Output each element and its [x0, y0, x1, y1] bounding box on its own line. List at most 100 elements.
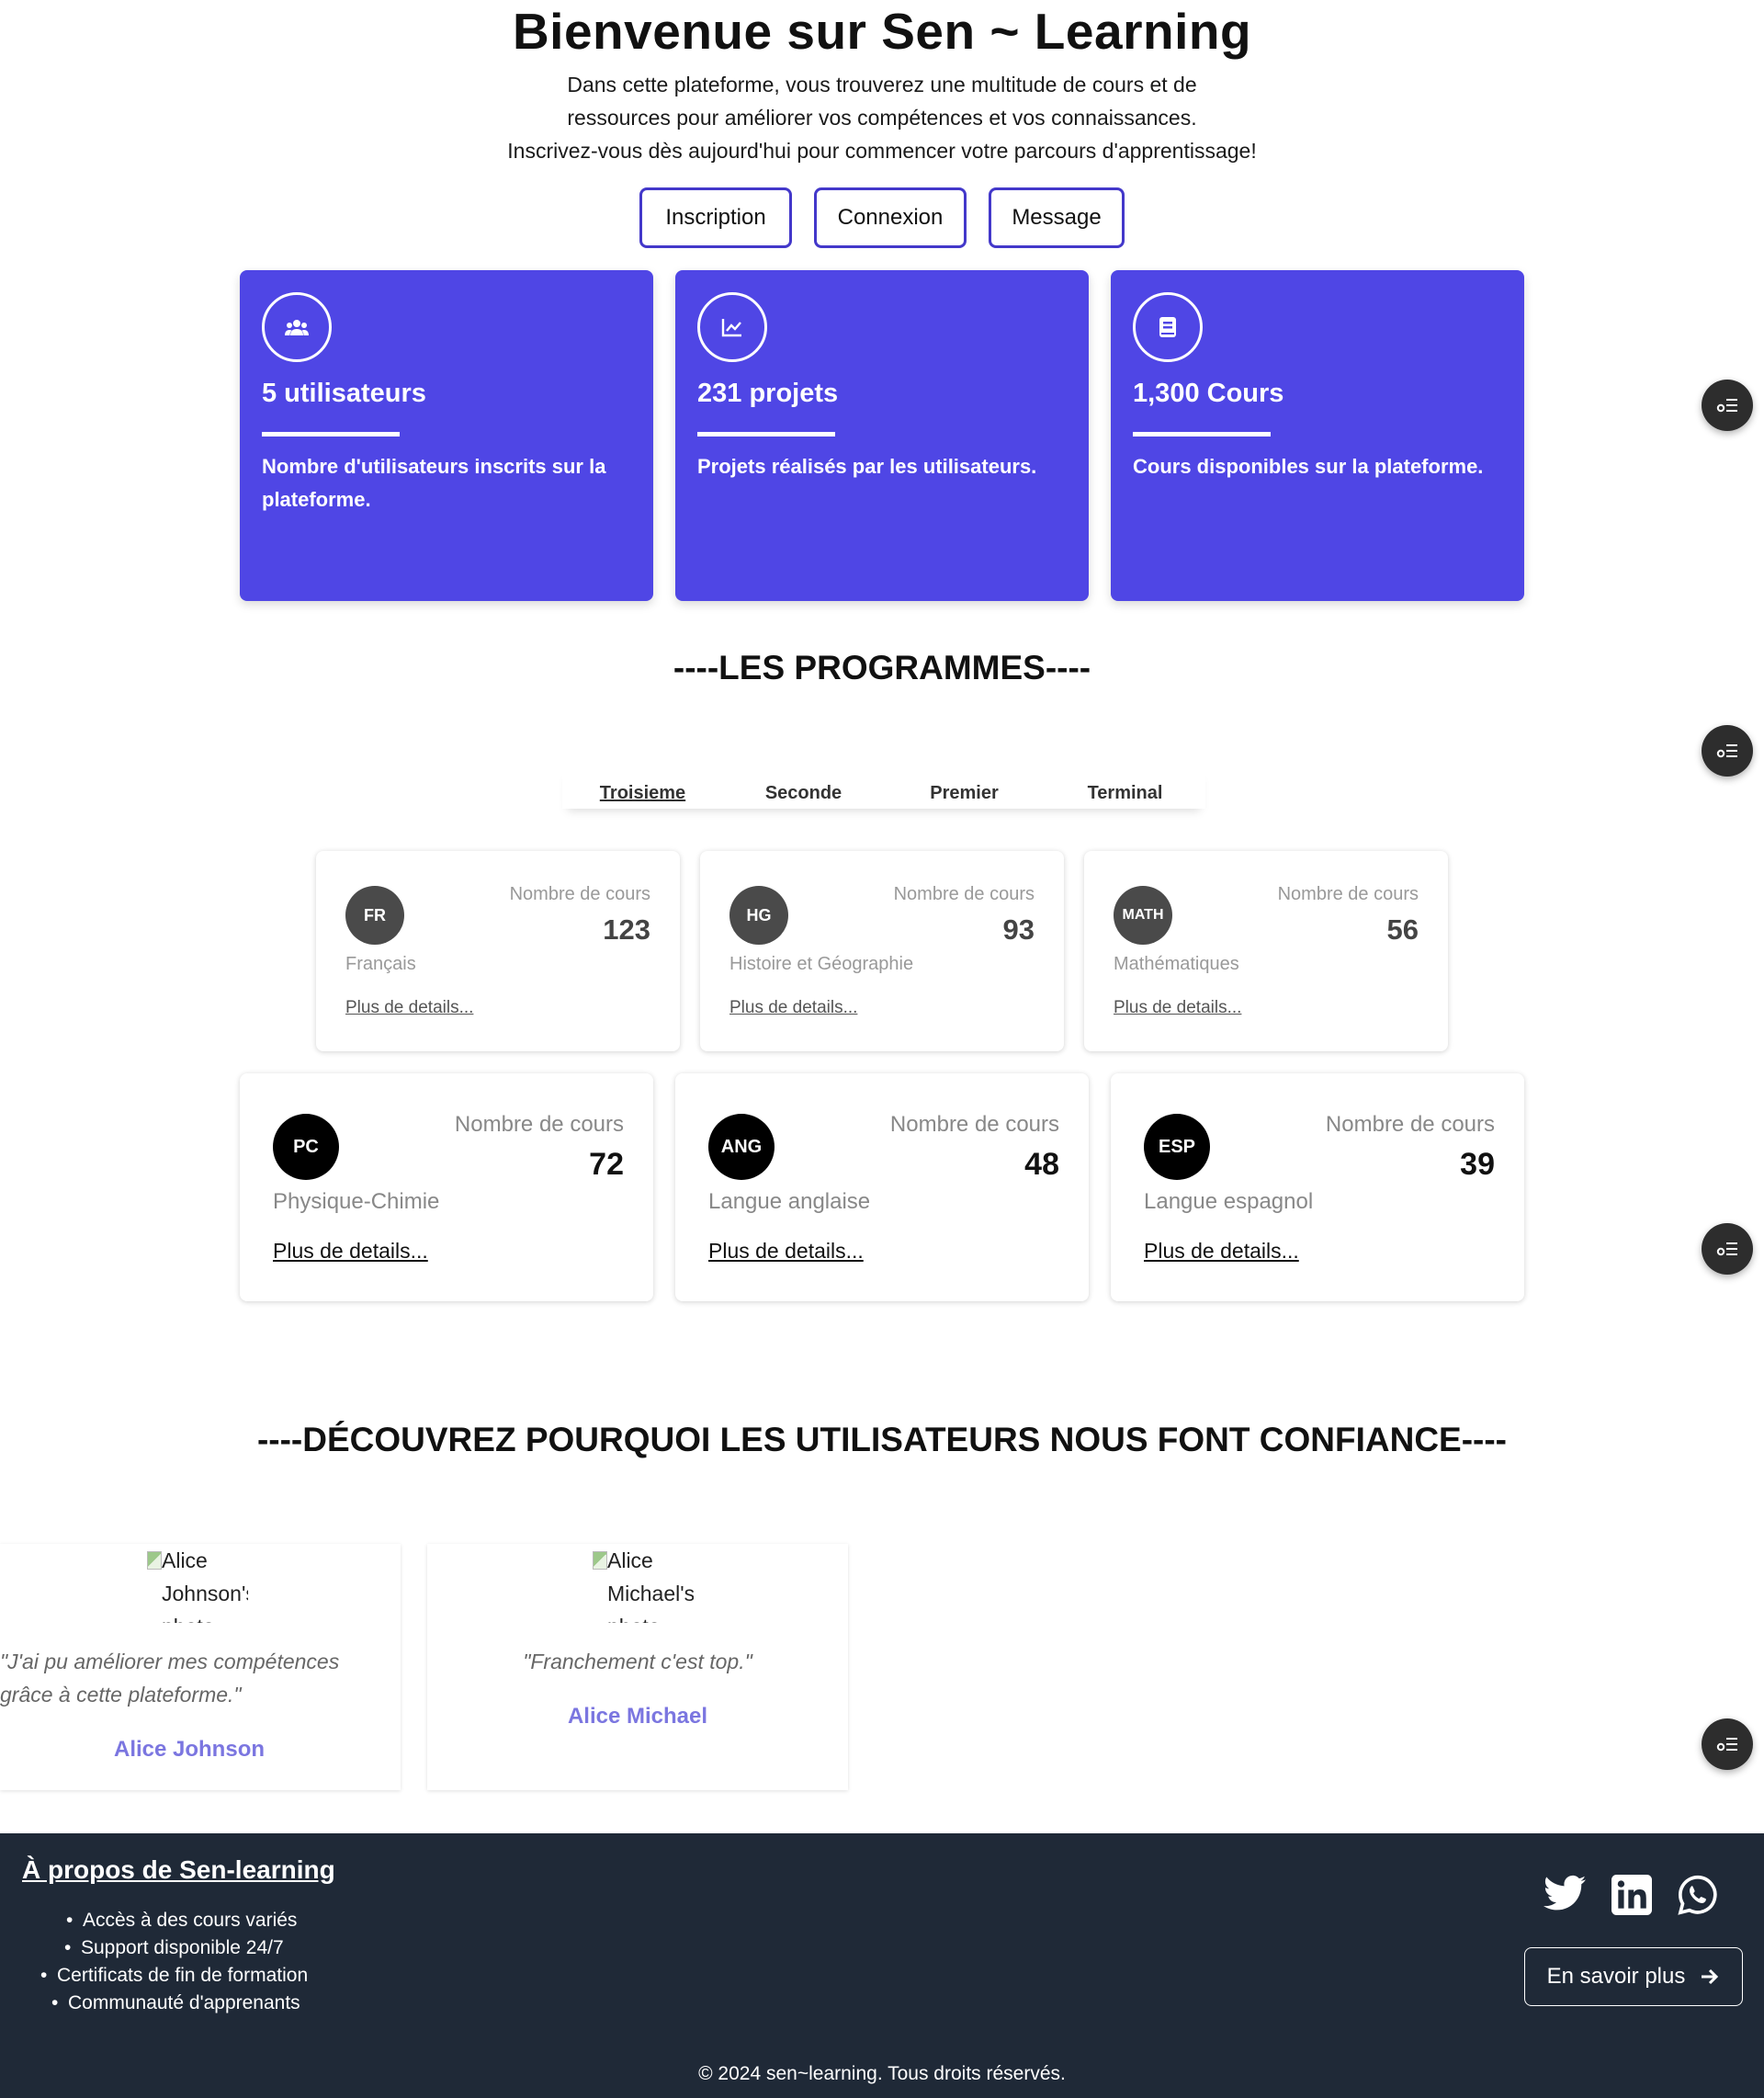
- course-details-link[interactable]: Plus de details...: [708, 1239, 864, 1264]
- stat-title: 5 utilisateurs: [262, 379, 426, 408]
- tab-premier[interactable]: Premier: [884, 766, 1045, 809]
- list-settings-icon: [1716, 1242, 1737, 1256]
- course-count-label: Nombre de cours: [1325, 1112, 1495, 1137]
- toc-toggle-button[interactable]: [1702, 1718, 1753, 1770]
- testimonial-card: Alice Michael's photo "Franchement c'est…: [427, 1544, 848, 1790]
- stat-card-projects: 231 projets Projets réalisés par les uti…: [675, 270, 1089, 601]
- testimonial-author: Alice Johnson: [113, 1737, 266, 1762]
- tab-seconde[interactable]: Seconde: [723, 766, 884, 809]
- learn-more-button[interactable]: En savoir plus: [1524, 1947, 1743, 2006]
- stat-card-courses: 1,300 Cours Cours disponibles sur la pla…: [1111, 270, 1524, 601]
- stat-divider: [1133, 432, 1271, 437]
- toc-toggle-button[interactable]: [1702, 1223, 1753, 1275]
- social-links: [1544, 1875, 1718, 1920]
- tab-troisieme[interactable]: Troisieme: [562, 766, 723, 809]
- course-name: Physique-Chimie: [273, 1189, 440, 1214]
- course-details-link[interactable]: Plus de details...: [1144, 1239, 1299, 1264]
- hero-desc-line: ressources pour améliorer vos compétence…: [567, 106, 1197, 130]
- course-card-ang: ANG Nombre de cours 48 Langue anglaise P…: [675, 1073, 1089, 1301]
- course-card-fr: FR Nombre de cours 123 Français Plus de …: [316, 851, 680, 1051]
- testimonial-card: Alice Johnson's photo "J'ai pu améliorer…: [0, 1544, 401, 1790]
- footer-list-item: Support disponible 24/7: [64, 1934, 332, 1962]
- stat-description: Cours disponibles sur la plateforme.: [1133, 455, 1484, 478]
- course-name: Français: [345, 954, 416, 974]
- course-count-label: Nombre de cours: [509, 884, 650, 904]
- course-details-link[interactable]: Plus de details...: [1114, 998, 1241, 1018]
- learn-more-label: En savoir plus: [1546, 1964, 1686, 1989]
- course-count-label: Nombre de cours: [1277, 884, 1419, 904]
- course-name: Langue anglaise: [708, 1189, 871, 1214]
- linkedin-icon[interactable]: [1611, 1875, 1652, 1920]
- broken-image-icon: [147, 1551, 162, 1570]
- course-card-esp: ESP Nombre de cours 39 Langue espagnol P…: [1111, 1073, 1524, 1301]
- quote-line: grâce à cette plateforme.": [0, 1683, 242, 1707]
- footer: À propos de Sen-learning Accès à des cou…: [0, 1833, 1764, 2098]
- course-badge: ANG: [708, 1114, 775, 1180]
- list-settings-icon: [1716, 399, 1737, 413]
- course-badge: FR: [345, 886, 404, 945]
- course-count: 56: [1386, 913, 1419, 946]
- stat-divider: [262, 432, 400, 437]
- course-count: 93: [1002, 913, 1035, 946]
- course-card-pc: PC Nombre de cours 72 Physique-Chimie Pl…: [240, 1073, 653, 1301]
- toc-toggle-button[interactable]: [1702, 380, 1753, 431]
- twitter-icon[interactable]: [1544, 1875, 1586, 1920]
- broken-image-icon: [593, 1551, 607, 1570]
- footer-list-item: Communauté d'apprenants: [51, 1990, 319, 2017]
- list-settings-icon: [1716, 744, 1737, 758]
- testimonial-photo: Alice Michael's photo: [593, 1544, 694, 1623]
- message-button[interactable]: Message: [989, 187, 1125, 248]
- stat-title: 231 projets: [697, 379, 839, 408]
- course-count: 39: [1460, 1147, 1495, 1182]
- testimonial-photo: Alice Johnson's photo: [147, 1544, 248, 1623]
- page-title: Bienvenue sur Sen ~ Learning: [512, 3, 1252, 60]
- course-card-hg: HG Nombre de cours 93 Histoire et Géogra…: [700, 851, 1064, 1051]
- stat-title: 1,300 Cours: [1133, 379, 1284, 408]
- programmes-title: ----LES PROGRAMMES----: [673, 649, 1091, 686]
- whatsapp-icon[interactable]: [1678, 1875, 1718, 1920]
- course-badge: PC: [273, 1114, 339, 1180]
- stat-description: Nombre d'utilisateurs inscrits sur la pl…: [262, 455, 606, 511]
- course-badge: ESP: [1144, 1114, 1210, 1180]
- footer-list-item: Certificats de fin de formation: [40, 1962, 308, 1990]
- testimonials-title: ----DÉCOUVREZ POURQUOI LES UTILISATEURS …: [256, 1421, 1508, 1458]
- quote-line: "J'ai pu améliorer mes compétences: [0, 1650, 340, 1673]
- programmes-tabs: Troisieme Seconde Premier Terminal: [562, 766, 1205, 809]
- course-card-math: MATH Nombre de cours 56 Mathématiques Pl…: [1084, 851, 1448, 1051]
- tab-terminal[interactable]: Terminal: [1045, 766, 1205, 809]
- course-count: 123: [603, 913, 650, 946]
- hero-buttons: Inscription Connexion Message: [0, 187, 1764, 248]
- stat-divider: [697, 432, 835, 437]
- stat-description: Projets réalisés par les utilisateurs.: [697, 455, 1037, 478]
- connexion-button[interactable]: Connexion: [814, 187, 967, 248]
- hero-desc-line: Inscrivez-vous dès aujourd'hui pour comm…: [507, 139, 1257, 163]
- course-badge: MATH: [1114, 886, 1172, 945]
- footer-title: À propos de Sen-learning: [22, 1855, 335, 1884]
- course-details-link[interactable]: Plus de details...: [273, 1239, 428, 1264]
- inscription-button[interactable]: Inscription: [639, 187, 792, 248]
- list-settings-icon: [1716, 1738, 1737, 1752]
- course-count-label: Nombre de cours: [454, 1112, 624, 1137]
- footer-list: Accès à des cours variés Support disponi…: [22, 1907, 308, 2017]
- course-badge: HG: [729, 886, 788, 945]
- photo-alt-text: Alice Michael's photo: [607, 1548, 694, 1623]
- chart-icon: [697, 292, 767, 362]
- photo-alt-text: Alice Johnson's photo: [162, 1548, 248, 1623]
- copyright: © 2024 sen~learning. Tous droits réservé…: [698, 2063, 1066, 2084]
- course-count-label: Nombre de cours: [893, 884, 1035, 904]
- hero-description: Dans cette plateforme, vous trouverez un…: [423, 68, 1341, 167]
- testimonial-quote: "Franchement c'est top.": [427, 1645, 848, 1678]
- course-name: Histoire et Géographie: [729, 954, 914, 974]
- course-count-label: Nombre de cours: [889, 1112, 1059, 1137]
- course-details-link[interactable]: Plus de details...: [345, 998, 473, 1018]
- course-details-link[interactable]: Plus de details...: [729, 998, 857, 1018]
- quote-line: "Franchement c'est top.": [523, 1650, 752, 1673]
- stat-card-users: 5 utilisateurs Nombre d'utilisateurs ins…: [240, 270, 653, 601]
- toc-toggle-button[interactable]: [1702, 725, 1753, 777]
- hero-desc-line: Dans cette plateforme, vous trouverez un…: [567, 73, 1197, 96]
- users-icon: [262, 292, 332, 362]
- testimonial-author: Alice Michael: [567, 1704, 708, 1729]
- testimonial-quote: "J'ai pu améliorer mes compétences grâce…: [0, 1645, 401, 1711]
- footer-list-item: Accès à des cours variés: [66, 1907, 334, 1934]
- course-name: Mathématiques: [1114, 954, 1239, 974]
